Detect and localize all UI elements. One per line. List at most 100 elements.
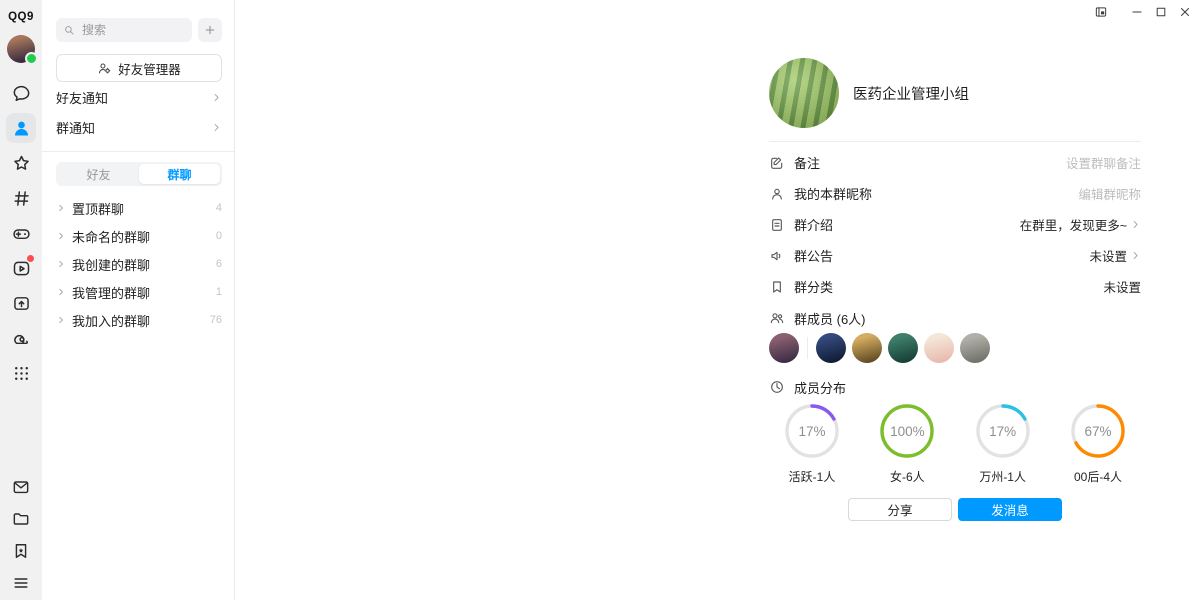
mail-icon[interactable] — [6, 472, 36, 502]
group-field-row[interactable]: 群公告 未设置 — [769, 240, 1141, 271]
distribution-donut: 17% 活跃-1人 — [771, 403, 853, 485]
group-category-list: 置顶群聊4 未命名的群聊 0 我创建的群聊6 我管理的群聊 1 我加入的群聊76 — [42, 194, 234, 334]
member-avatar-2[interactable] — [816, 333, 846, 363]
expand-caret-icon[interactable] — [56, 287, 72, 297]
friend-notice-row[interactable]: 好友通知 — [56, 82, 222, 112]
chevron-right-icon — [211, 122, 222, 133]
rail-bottom-icons — [6, 472, 36, 600]
field-label: 群公告 — [794, 246, 833, 265]
donut-percent: 67% — [1070, 403, 1126, 459]
tab-friends[interactable]: 好友 — [58, 164, 139, 184]
folder-icon[interactable] — [6, 504, 36, 534]
expand-caret-icon[interactable] — [56, 203, 72, 213]
expand-caret-icon[interactable] — [56, 259, 72, 269]
group-category-label: 置顶群聊 — [72, 199, 124, 218]
speaker-icon — [769, 248, 785, 264]
member-avatar-1[interactable] — [769, 333, 799, 363]
group-notice-row[interactable]: 群通知 — [56, 112, 222, 142]
donut-label: 女-6人 — [890, 468, 925, 485]
channels-icon[interactable] — [6, 183, 36, 213]
chat-icon[interactable] — [6, 78, 36, 108]
group-field-row[interactable]: 备注 设置群聊备注 — [769, 147, 1141, 178]
group-name: 医药企业管理小组 — [853, 83, 969, 104]
sidebar-divider — [42, 151, 234, 152]
user-avatar[interactable] — [7, 35, 35, 63]
group-category-row[interactable]: 未命名的群聊 0 — [56, 222, 222, 250]
search-box[interactable] — [56, 18, 192, 42]
group-category-row[interactable]: 置顶群聊4 — [56, 194, 222, 222]
group-profile-panel: 医药企业管理小组 备注 设置群聊备注我的本群昵称编辑群昵称群介绍 在群里，发现更多~… — [236, 0, 1200, 600]
field-value[interactable]: 在群里，发现更多~ — [1020, 215, 1127, 234]
group-field-row[interactable]: 我的本群昵称编辑群昵称 — [769, 178, 1141, 209]
field-value[interactable]: 未设置 — [1089, 246, 1127, 265]
distribution-label: 成员分布 — [794, 378, 846, 397]
group-category-count: 76 — [210, 314, 222, 326]
expand-caret-icon[interactable] — [56, 231, 72, 241]
group-avatar[interactable] — [769, 58, 839, 128]
distribution-section-label: 成员分布 — [769, 377, 1141, 397]
search-input[interactable] — [80, 22, 185, 38]
qq-logo: QQ9 — [8, 10, 34, 24]
header-divider — [769, 141, 1141, 142]
field-label: 备注 — [794, 153, 820, 172]
group-notice-label: 群通知 — [56, 118, 95, 137]
member-avatar-3[interactable] — [852, 333, 882, 363]
members-section-label: 群成员 (6人) — [769, 308, 1141, 328]
member-avatar-6[interactable] — [960, 333, 990, 363]
group-category-row[interactable]: 我加入的群聊76 — [56, 306, 222, 334]
members-icon — [769, 310, 785, 326]
group-category-row[interactable]: 我管理的群聊 1 — [56, 278, 222, 306]
friend-manager-button[interactable]: 好友管理器 — [56, 54, 222, 82]
contacts-sidebar: 好友管理器 好友通知 群通知 好友 群聊 置顶群聊4 未命名的群聊 0 我创建的群聊6… — [42, 0, 235, 600]
maximize-icon — [1154, 5, 1168, 19]
group-category-label: 我管理的群聊 — [72, 283, 150, 302]
member-avatar-5[interactable] — [924, 333, 954, 363]
contacts-icon[interactable] — [6, 113, 36, 143]
shopping-icon[interactable] — [6, 323, 36, 353]
group-field-row[interactable]: 群分类未设置 — [769, 271, 1141, 302]
rail-icons — [6, 78, 36, 388]
sidebar-tabs: 好友 群聊 — [56, 162, 222, 186]
online-status-dot — [25, 52, 38, 65]
group-category-count: 0 — [216, 230, 222, 242]
distribution-charts: 17%活跃-1人100%女-6人17%万州-1人67%00后-4人 — [769, 403, 1141, 485]
favorites-icon[interactable] — [6, 536, 36, 566]
video-icon[interactable] — [6, 253, 36, 283]
group-category-count: 1 — [216, 286, 222, 298]
expand-caret-icon[interactable] — [56, 315, 72, 325]
donut-percent: 17% — [975, 403, 1031, 459]
game-center-icon[interactable] — [6, 218, 36, 248]
donut-label: 活跃-1人 — [789, 468, 836, 485]
add-button[interactable] — [198, 18, 222, 42]
chevron-right-icon — [211, 92, 222, 103]
mini-world-icon[interactable] — [6, 288, 36, 318]
distribution-donut: 100%女-6人 — [866, 403, 948, 485]
field-value[interactable]: 设置群聊备注 — [1066, 153, 1141, 172]
doc-icon — [769, 217, 785, 233]
chevron-right-icon — [1130, 250, 1141, 261]
member-avatar-4[interactable] — [888, 333, 918, 363]
group-category-row[interactable]: 我创建的群聊6 — [56, 250, 222, 278]
group-category-label: 未命名的群聊 — [72, 227, 150, 246]
owner-divider — [807, 337, 808, 359]
maximize-button[interactable] — [1152, 3, 1169, 20]
friend-manager-icon — [97, 61, 112, 76]
close-button[interactable] — [1176, 3, 1193, 20]
members-label: 群成员 (6人) — [794, 309, 866, 328]
tab-groups[interactable]: 群聊 — [139, 164, 220, 184]
member-avatar-list — [769, 333, 1141, 363]
more-apps-icon[interactable] — [6, 358, 36, 388]
share-button[interactable]: 分享 — [848, 498, 952, 521]
qzone-star-icon[interactable] — [6, 148, 36, 178]
group-field-row[interactable]: 群介绍 在群里，发现更多~ — [769, 209, 1141, 240]
donut-percent: 17% — [784, 403, 840, 459]
group-category-count: 6 — [216, 258, 222, 270]
menu-icon[interactable] — [6, 568, 36, 598]
donut-label: 00后-4人 — [1074, 468, 1122, 485]
field-value[interactable]: 未设置 — [1103, 277, 1141, 296]
group-fields: 备注设置群聊备注我的本群昵称编辑群昵称群介绍在群里，发现更多~群公告未设置群分类… — [769, 147, 1141, 302]
field-label: 群介绍 — [794, 215, 833, 234]
field-value[interactable]: 编辑群昵称 — [1078, 184, 1141, 203]
distribution-donut: 67% 00后-4人 — [1057, 403, 1139, 485]
send-message-button[interactable]: 发消息 — [958, 498, 1062, 521]
